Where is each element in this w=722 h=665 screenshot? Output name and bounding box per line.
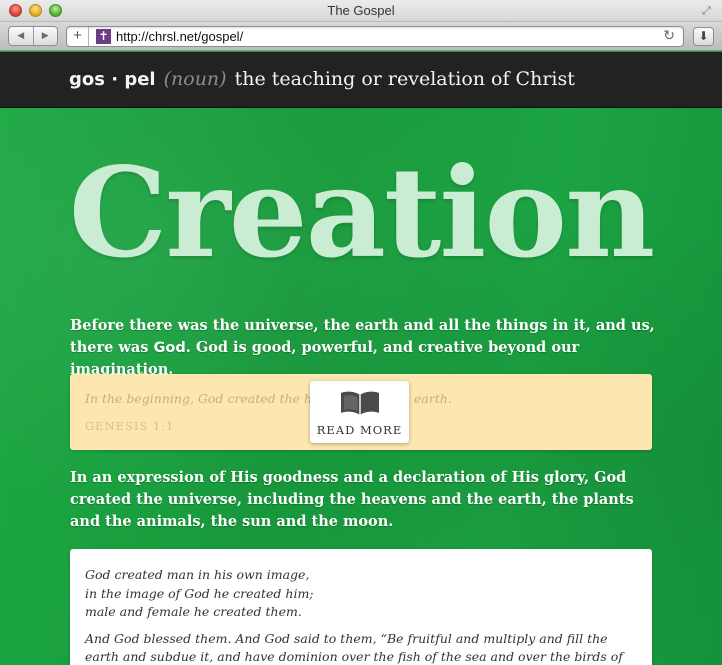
forward-arrow-icon: ▶ — [41, 31, 49, 41]
scripture-quote: In the beginning, God created the he ear… — [85, 391, 452, 406]
back-button[interactable]: ◀ — [9, 27, 34, 45]
window-title: The Gospel — [327, 3, 395, 18]
verse-line: male and female he created them. — [85, 604, 302, 619]
intro-paragraph: Before there was the universe, the earth… — [70, 315, 660, 381]
open-book-icon — [341, 391, 379, 415]
definition-text: the teaching or revelation of Christ — [234, 68, 575, 90]
reload-icon[interactable]: ↻ — [663, 28, 675, 44]
site-header: gos · pel (noun) the teaching or revelatio… — [0, 52, 722, 108]
scripture-reference: GENESIS 1:1 — [85, 419, 175, 433]
part-of-speech: (noun) — [163, 68, 227, 90]
verse-poem: God created man in his own image, in the… — [85, 566, 637, 622]
downloads-button[interactable]: ⬇ — [693, 27, 714, 46]
creation-paragraph: In an expression of His goodness and a d… — [70, 469, 634, 530]
intro-emphasis: God — [153, 340, 186, 356]
nav-buttons: ◀ ▶ — [8, 26, 58, 46]
address-bar[interactable]: + ✝ http://chrsl.net/gospel/ ↻ — [66, 26, 684, 47]
definition: gos · pel (noun) the teaching or revelatio… — [69, 68, 575, 90]
verse-line: God created man in his own image, — [85, 567, 310, 582]
scripture-quote-start: In the beginning, God created the he — [85, 391, 320, 406]
verse-paragraph: And God blessed them. And God said to th… — [85, 630, 623, 665]
window-titlebar: The Gospel ⤢ — [0, 0, 722, 22]
browser-toolbar: ◀ ▶ + ✝ http://chrsl.net/gospel/ ↻ ⬇ — [0, 22, 722, 51]
page-title: Creation — [68, 141, 656, 286]
read-more-label: READ MORE — [316, 423, 403, 437]
verse-line: in the image of God he created him; — [85, 585, 314, 601]
add-bookmark-button[interactable]: + — [67, 27, 89, 46]
verse-card: God created man in his own image, in the… — [70, 549, 652, 665]
site-favicon-icon: ✝ — [96, 29, 111, 44]
url-text[interactable]: http://chrsl.net/gospel/ — [116, 29, 243, 44]
scripture-callout: In the beginning, God created the he ear… — [70, 374, 652, 450]
scripture-quote-end: earth. — [414, 391, 452, 406]
download-icon: ⬇ — [698, 29, 709, 43]
read-more-button[interactable]: READ MORE — [310, 381, 409, 443]
definition-word: gos · pel — [69, 69, 156, 90]
fullscreen-icon[interactable]: ⤢ — [702, 5, 714, 17]
main-content: Creation Before there was the universe, … — [0, 108, 722, 665]
forward-button[interactable]: ▶ — [34, 27, 58, 45]
back-arrow-icon: ◀ — [17, 31, 25, 41]
